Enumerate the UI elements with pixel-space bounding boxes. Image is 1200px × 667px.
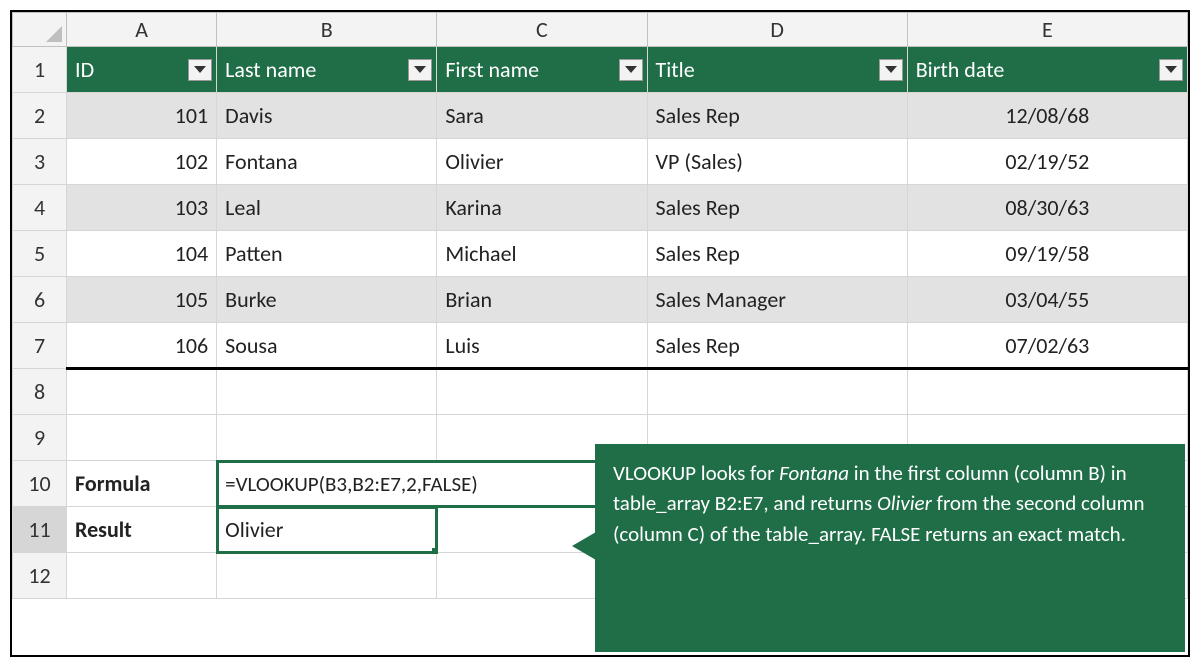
cell-D4[interactable]: Sales Rep <box>647 185 907 231</box>
row-header-2[interactable]: 2 <box>13 93 67 139</box>
cell-D2[interactable]: Sales Rep <box>647 93 907 139</box>
cell-C5[interactable]: Michael <box>437 231 647 277</box>
col-header-A[interactable]: A <box>67 13 217 47</box>
cell-E2[interactable]: 12/08/68 <box>907 93 1187 139</box>
filter-dropdown-icon[interactable] <box>188 59 212 81</box>
table-row[interactable]: 4 103 Leal Karina Sales Rep 08/30/63 <box>13 185 1188 231</box>
callout-italic-2: Olivier <box>877 490 932 516</box>
col-header-B[interactable]: B <box>217 13 437 47</box>
col-header-C[interactable]: C <box>437 13 647 47</box>
cell-A6[interactable]: 105 <box>67 277 217 323</box>
cell-E5[interactable]: 09/19/58 <box>907 231 1187 277</box>
cell-A4[interactable]: 103 <box>67 185 217 231</box>
row-header-4[interactable]: 4 <box>13 185 67 231</box>
header-title[interactable]: Title <box>647 47 907 93</box>
row-header-5[interactable]: 5 <box>13 231 67 277</box>
header-first-text: First name <box>445 56 539 83</box>
cell-A12[interactable] <box>67 553 217 599</box>
cell-C6[interactable]: Brian <box>437 277 647 323</box>
table-row[interactable]: 7 106 Sousa Luis Sales Rep 07/02/63 <box>13 323 1188 369</box>
callout-pointer-icon <box>572 532 596 560</box>
result-cell[interactable]: Olivier <box>217 507 437 553</box>
cell-D8[interactable] <box>647 369 907 415</box>
cell-B6[interactable]: Burke <box>217 277 437 323</box>
table-row[interactable]: 6 105 Burke Brian Sales Manager 03/04/55 <box>13 277 1188 323</box>
cell-B12[interactable] <box>217 553 437 599</box>
cell-C4[interactable]: Karina <box>437 185 647 231</box>
explanation-callout: VLOOKUP looks for Fontana in the first c… <box>595 444 1185 652</box>
header-last-text: Last name <box>225 56 316 83</box>
spreadsheet-frame: A B C D E 1 ID Last name First name Titl… <box>10 10 1190 657</box>
cell-B8[interactable] <box>217 369 437 415</box>
row-header-11[interactable]: 11 <box>13 507 67 553</box>
filter-dropdown-icon[interactable] <box>879 59 903 81</box>
row-header-6[interactable]: 6 <box>13 277 67 323</box>
col-header-D[interactable]: D <box>647 13 907 47</box>
formula-label-cell[interactable]: Formula <box>67 461 217 507</box>
row-header-7[interactable]: 7 <box>13 323 67 369</box>
cell-E4[interactable]: 08/30/63 <box>907 185 1187 231</box>
table-row[interactable]: 2 101 Davis Sara Sales Rep 12/08/68 <box>13 93 1188 139</box>
header-birth[interactable]: Birth date <box>907 47 1187 93</box>
row-header-3[interactable]: 3 <box>13 139 67 185</box>
cell-A2[interactable]: 101 <box>67 93 217 139</box>
formula-cell[interactable]: =VLOOKUP(B3,B2:E7,2,FALSE) <box>217 461 647 507</box>
cell-A8[interactable] <box>67 369 217 415</box>
cell-E6[interactable]: 03/04/55 <box>907 277 1187 323</box>
filter-dropdown-icon[interactable] <box>1159 59 1183 81</box>
cell-B9[interactable] <box>217 415 437 461</box>
cell-E3[interactable]: 02/19/52 <box>907 139 1187 185</box>
cell-A9[interactable] <box>67 415 217 461</box>
callout-text: VLOOKUP looks for <box>613 460 779 486</box>
cell-B3[interactable]: Fontana <box>217 139 437 185</box>
cell-D6[interactable]: Sales Manager <box>647 277 907 323</box>
cell-A7[interactable]: 106 <box>67 323 217 369</box>
cell-C8[interactable] <box>437 369 647 415</box>
select-all-triangle[interactable] <box>13 13 67 47</box>
col-header-E[interactable]: E <box>907 13 1187 47</box>
column-headers-row[interactable]: A B C D E <box>13 13 1188 47</box>
cell-D7[interactable]: Sales Rep <box>647 323 907 369</box>
cell-E8[interactable] <box>907 369 1187 415</box>
header-id[interactable]: ID <box>67 47 217 93</box>
cell-B2[interactable]: Davis <box>217 93 437 139</box>
cell-C7[interactable]: Luis <box>437 323 647 369</box>
row-header-12[interactable]: 12 <box>13 553 67 599</box>
callout-italic-1: Fontana <box>779 460 849 486</box>
row-header-1[interactable]: 1 <box>13 47 67 93</box>
row-1[interactable]: 1 ID Last name First name Title Birth da… <box>13 47 1188 93</box>
header-birth-text: Birth date <box>916 56 1005 83</box>
cell-B5[interactable]: Patten <box>217 231 437 277</box>
row-header-10[interactable]: 10 <box>13 461 67 507</box>
row-8[interactable]: 8 <box>13 369 1188 415</box>
filter-dropdown-icon[interactable] <box>408 59 432 81</box>
cell-D5[interactable]: Sales Rep <box>647 231 907 277</box>
filter-dropdown-icon[interactable] <box>619 59 643 81</box>
cell-B4[interactable]: Leal <box>217 185 437 231</box>
header-title-text: Title <box>656 56 695 83</box>
cell-C3[interactable]: Olivier <box>437 139 647 185</box>
cell-E7[interactable]: 07/02/63 <box>907 323 1187 369</box>
table-row[interactable]: 3 102 Fontana Olivier VP (Sales) 02/19/5… <box>13 139 1188 185</box>
cell-D3[interactable]: VP (Sales) <box>647 139 907 185</box>
row-header-8[interactable]: 8 <box>13 369 67 415</box>
row-header-9[interactable]: 9 <box>13 415 67 461</box>
header-last[interactable]: Last name <box>217 47 437 93</box>
header-first[interactable]: First name <box>437 47 647 93</box>
table-row[interactable]: 5 104 Patten Michael Sales Rep 09/19/58 <box>13 231 1188 277</box>
result-label-cell[interactable]: Result <box>67 507 217 553</box>
cell-A3[interactable]: 102 <box>67 139 217 185</box>
cell-B7[interactable]: Sousa <box>217 323 437 369</box>
header-id-text: ID <box>75 56 94 83</box>
cell-A5[interactable]: 104 <box>67 231 217 277</box>
cell-C2[interactable]: Sara <box>437 93 647 139</box>
